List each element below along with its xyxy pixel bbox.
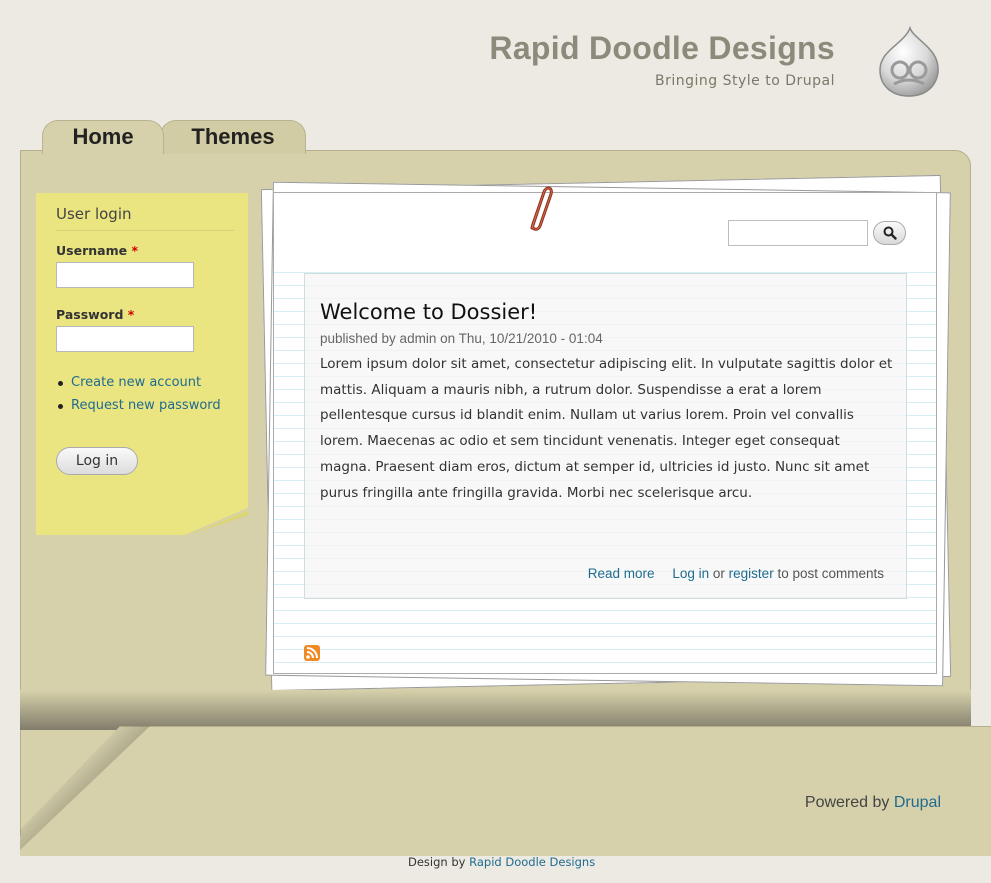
node-links: Read more Log in or register to post com… xyxy=(588,566,884,581)
required-marker: * xyxy=(131,243,138,258)
node-submitted-meta: published by admin on Thu, 10/21/2010 - … xyxy=(320,331,603,346)
node-title[interactable]: Welcome to Dossier! xyxy=(320,300,537,324)
design-credit: Design by Rapid Doodle Designs xyxy=(408,855,596,869)
or-text: or xyxy=(712,566,725,581)
read-more-link[interactable]: Read more xyxy=(588,566,655,581)
rss-icon[interactable] xyxy=(304,645,320,661)
folder-shadow xyxy=(20,690,971,730)
login-block-title: User login xyxy=(56,205,132,223)
site-slogan: Bringing Style to Drupal xyxy=(655,73,835,89)
comment-suffix-text: to post comments xyxy=(777,566,884,581)
tab-home[interactable]: Home xyxy=(42,120,164,154)
password-field[interactable] xyxy=(56,326,194,352)
required-marker: * xyxy=(127,307,135,322)
login-button[interactable]: Log in xyxy=(56,447,138,475)
create-account-link[interactable]: Create new account xyxy=(71,375,201,390)
site-name[interactable]: Rapid Doodle Designs xyxy=(489,30,835,67)
password-label: Password * xyxy=(56,307,135,322)
search-button[interactable] xyxy=(873,221,906,245)
username-label: Username * xyxy=(56,243,138,258)
drupal-drop-icon[interactable] xyxy=(874,26,944,98)
username-field[interactable] xyxy=(56,262,194,288)
folder-front-flap xyxy=(20,726,991,856)
tab-themes[interactable]: Themes xyxy=(160,120,306,154)
paperclip-icon xyxy=(530,186,553,231)
drupal-link[interactable]: Drupal xyxy=(894,794,941,811)
search-icon xyxy=(883,226,897,240)
list-bullet xyxy=(58,381,63,386)
register-link[interactable]: register xyxy=(729,566,774,581)
search-input[interactable] xyxy=(728,220,868,246)
request-password-link[interactable]: Request new password xyxy=(71,398,221,413)
login-comment-link[interactable]: Log in xyxy=(672,566,709,581)
designer-link[interactable]: Rapid Doodle Designs xyxy=(469,855,595,869)
list-bullet xyxy=(58,404,63,409)
login-divider xyxy=(56,230,234,231)
node-body-text: Lorem ipsum dolor sit amet, consectetur … xyxy=(320,356,893,501)
powered-by: Powered by Drupal xyxy=(804,794,941,811)
